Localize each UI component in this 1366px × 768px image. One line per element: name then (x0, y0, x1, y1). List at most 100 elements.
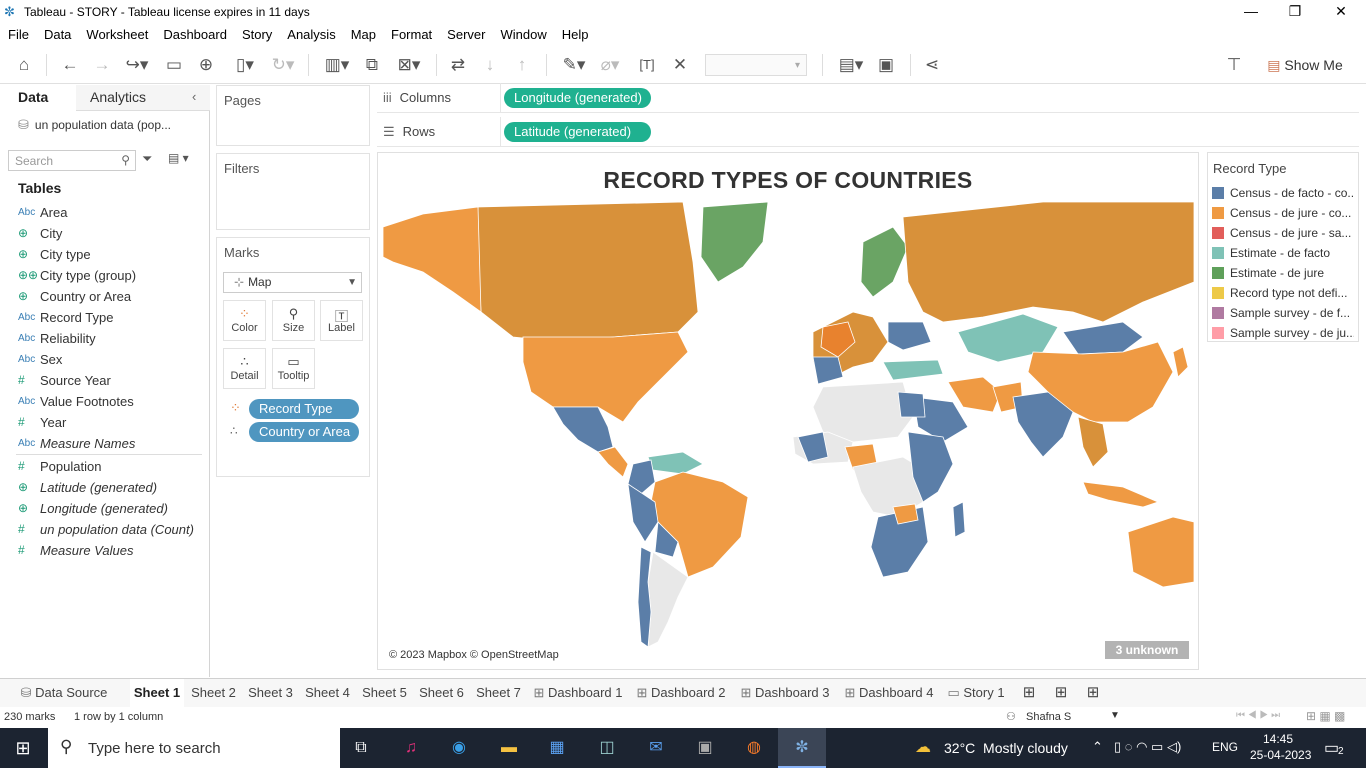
sheet-tab-sheet-6[interactable]: Sheet 6 (414, 679, 469, 707)
sort-descending-icon[interactable]: ↑ (510, 54, 534, 76)
columns-shelf[interactable]: iii Columns Longitude (generated) (377, 83, 1359, 113)
menu-window[interactable]: Window (500, 27, 546, 42)
latitude-pill[interactable]: Latitude (generated) (504, 122, 651, 142)
menu-data[interactable]: Data (44, 27, 71, 42)
detail-button[interactable]: ∴ Detail (223, 348, 266, 389)
sheet-tab-sheet-5[interactable]: Sheet 5 (357, 679, 412, 707)
store-icon[interactable]: ▦ (544, 736, 570, 760)
field-sex[interactable]: Abc Sex (18, 349, 62, 369)
legend-item[interactable]: Census - de facto - co... (1212, 184, 1354, 202)
first-sheet-icon[interactable]: ⏮ ◀ ▶ ⏭ (1236, 710, 1280, 721)
language-indicator[interactable]: ENG (1212, 740, 1238, 754)
redo-icon[interactable]: → (90, 54, 114, 76)
presentation-mode-icon[interactable]: ▣ (874, 54, 898, 76)
measure-un-population-data-count-[interactable]: # un population data (Count) (18, 519, 194, 539)
show-cards-icon[interactable]: ▤▾ (834, 54, 868, 76)
view-grid-icon[interactable]: ⊞ ▦ ▩ (1306, 709, 1345, 723)
search-box[interactable]: Search ⚲ (8, 150, 136, 171)
field-country-or-area[interactable]: ⊕ Country or Area (18, 286, 131, 306)
view-options-icon[interactable]: ▤ ▾ (168, 151, 189, 165)
legend-item[interactable]: Census - de jure - co... (1212, 204, 1354, 222)
longitude-pill[interactable]: Longitude (generated) (504, 88, 651, 108)
field-year[interactable]: # Year (18, 412, 66, 432)
home-icon[interactable]: ⌂ (12, 54, 36, 76)
sheet-tab-dashboard-3[interactable]: ⊞ Dashboard 3 (734, 679, 836, 707)
color-button[interactable]: ⁘ Color (223, 300, 266, 341)
field-city-type-group-[interactable]: ⊕⊕ City type (group) (18, 265, 136, 285)
new-worksheet-tab-icon[interactable]: ⊞ (1016, 679, 1042, 707)
sheet-tab-sheet-4[interactable]: Sheet 4 (300, 679, 355, 707)
sheet-tab-sheet-7[interactable]: Sheet 7 (471, 679, 526, 707)
notification-icon[interactable]: ▭ (1324, 738, 1339, 758)
menu-story[interactable]: Story (242, 27, 272, 42)
sheet-tab-dashboard-2[interactable]: ⊞ Dashboard 2 (630, 679, 732, 707)
legend-item[interactable]: Sample survey - de f... (1212, 304, 1354, 322)
new-dashboard-tab-icon[interactable]: ⊞ (1048, 679, 1074, 707)
tray-icons[interactable]: ▯ ◌ ◠ ▭ ◁) (1114, 739, 1181, 755)
view-title[interactable]: RECORD TYPES OF COUNTRIES (378, 167, 1198, 194)
sheet-tab-story-1[interactable]: ▭ Story 1 (942, 679, 1010, 707)
map-svg[interactable] (383, 202, 1194, 663)
new-worksheet-icon[interactable]: ▥▾ (318, 54, 356, 76)
legend-item[interactable]: Estimate - de jure (1212, 264, 1354, 282)
replay-icon[interactable]: ↪▾ (120, 54, 154, 76)
pause-updates-icon[interactable]: ▯▾ (226, 54, 264, 76)
save-icon[interactable]: ▭ (162, 54, 186, 76)
datasource-item[interactable]: ⛁ un population data (pop... (18, 117, 171, 133)
sort-ascending-icon[interactable]: ↓ (478, 54, 502, 76)
menu-worksheet[interactable]: Worksheet (86, 27, 148, 42)
record-type-pill[interactable]: Record Type (249, 399, 359, 419)
menu-file[interactable]: File (8, 27, 29, 42)
field-measure-names[interactable]: Abc Measure Names (18, 433, 135, 453)
group-members-icon[interactable]: ⌀▾ (594, 54, 626, 76)
legend-item[interactable]: Record type not defi... (1212, 284, 1354, 302)
legend-item[interactable]: Census - de jure - sa... (1212, 224, 1354, 242)
user-dropdown-icon[interactable]: ▼ (1110, 710, 1120, 721)
minimize-button[interactable]: — (1228, 0, 1274, 24)
taskbar-search[interactable]: ⚲ Type here to search (48, 728, 340, 768)
mark-type-dropdown[interactable]: ⊹ Map ▼ (223, 272, 362, 293)
tab-analytics[interactable]: Analytics ‹ (76, 85, 210, 111)
show-labels-icon[interactable]: [T] (636, 54, 658, 76)
field-reliability[interactable]: Abc Reliability (18, 328, 96, 348)
legend-item[interactable]: Sample survey - de ju... (1212, 324, 1354, 342)
menu-format[interactable]: Format (391, 27, 432, 42)
size-button[interactable]: ⚲ Size (272, 300, 315, 341)
field-city-type[interactable]: ⊕ City type (18, 244, 91, 264)
country-or-area-pill[interactable]: Country or Area (249, 422, 359, 442)
field-source-year[interactable]: # Source Year (18, 370, 111, 390)
clock-time[interactable]: 14:45 (1263, 732, 1293, 746)
file-explorer-icon[interactable]: ▬ (496, 736, 522, 760)
measure-measure-values[interactable]: # Measure Values (18, 540, 133, 560)
field-city[interactable]: ⊕ City (18, 223, 62, 243)
media-app-icon[interactable]: ♫ (398, 736, 424, 760)
legend-item[interactable]: Estimate - de facto (1212, 244, 1354, 262)
fix-axes-icon[interactable]: ✕ (668, 54, 692, 76)
undo-icon[interactable]: ← (58, 54, 82, 76)
fit-dropdown[interactable]: ▾ (705, 54, 807, 76)
close-button[interactable]: ✕ (1318, 0, 1364, 24)
highlight-icon[interactable]: ✎▾ (558, 54, 590, 76)
sheet-tab-dashboard-1[interactable]: ⊞ Dashboard 1 (528, 679, 628, 707)
duplicate-sheet-icon[interactable]: ⧉ (360, 54, 384, 76)
field-value-footnotes[interactable]: Abc Value Footnotes (18, 391, 134, 411)
field-record-type[interactable]: Abc Record Type (18, 307, 113, 327)
sheet-tab-sheet-3[interactable]: Sheet 3 (243, 679, 298, 707)
menu-server[interactable]: Server (447, 27, 485, 42)
firefox-icon[interactable]: ◍ (741, 736, 767, 760)
pages-card[interactable]: Pages (216, 85, 370, 146)
measure-latitude-generated-[interactable]: ⊕ Latitude (generated) (18, 477, 157, 497)
filters-card[interactable]: Filters (216, 153, 370, 230)
menu-dashboard[interactable]: Dashboard (163, 27, 227, 42)
show-me-button[interactable]: ▤ Show Me (1260, 54, 1350, 76)
sheet-tab-data-source[interactable]: ⛁ Data Source (0, 679, 128, 707)
menu-analysis[interactable]: Analysis (287, 27, 335, 42)
tooltip-button[interactable]: ▭ Tooltip (272, 348, 315, 389)
filter-icon[interactable]: ⏷ (142, 151, 152, 167)
measure-longitude-generated-[interactable]: ⊕ Longitude (generated) (18, 498, 168, 518)
world-map[interactable] (383, 202, 1194, 663)
sheet-tab-sheet-2[interactable]: Sheet 2 (186, 679, 241, 707)
photos-icon[interactable]: ▣ (692, 736, 718, 760)
unknown-badge[interactable]: 3 unknown (1105, 641, 1189, 659)
measure-population[interactable]: # Population (18, 456, 101, 476)
